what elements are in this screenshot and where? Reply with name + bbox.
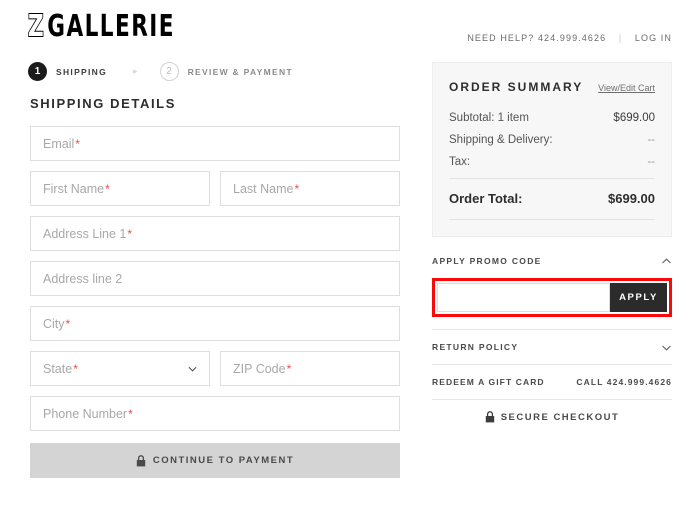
summary-row-subtotal: Subtotal: 1 item $699.00 [449,112,655,124]
name-row: First Name* Last Name* [30,171,400,206]
lock-icon [136,454,146,466]
chevron-down-icon [188,366,197,372]
continue-to-payment-label: CONTINUE TO PAYMENT [152,455,295,466]
summary-divider-top [449,178,655,179]
secure-checkout-badge: SECURE CHECKOUT [432,400,672,434]
order-summary-rows: Subtotal: 1 item $699.00 Shipping & Deli… [449,112,655,168]
promo-code-input[interactable] [437,283,610,312]
phone-row: Phone Number* [30,396,400,431]
step-review-payment[interactable]: 2 REVIEW & PAYMENT [159,62,293,81]
return-policy-label: RETURN POLICY [432,342,519,352]
promo-code-highlight: APPLY [432,278,672,317]
address2-row: Address line 2 [30,261,400,296]
brand-logo[interactable]: ZGALLERIE [27,9,175,44]
phone-number-placeholder: Phone Number* [43,406,133,421]
apply-promo-code-toggle[interactable]: APPLY PROMO CODE [432,244,672,278]
shipping-details-heading: SHIPPING DETAILS [30,96,176,111]
last-name-field[interactable]: Last Name* [220,171,400,206]
apply-promo-button[interactable]: APPLY [610,283,667,312]
checkout-page: ZGALLERIE NEED HELP? 424.999.4626 | LOG … [0,0,700,505]
email-row: Email* [30,126,400,161]
order-total-value: $699.00 [608,191,655,206]
view-edit-cart-link[interactable]: View/Edit Cart [598,83,655,93]
header-separator: | [618,33,623,43]
step-1-label: SHIPPING [56,66,108,77]
checkout-step-indicator: 1 SHIPPING ▸ 2 REVIEW & PAYMENT [28,62,293,81]
required-marker: * [294,181,300,196]
tax-value: -- [647,156,655,168]
order-summary-box: ORDER SUMMARY View/Edit Cart Subtotal: 1… [432,62,672,237]
need-help-text: NEED HELP? 424.999.4626 [467,33,607,43]
summary-row-shipping: Shipping & Delivery: -- [449,134,655,146]
secure-checkout-label: SECURE CHECKOUT [500,411,620,423]
gift-card-phone: CALL 424.999.4626 [576,377,672,387]
order-summary-title: ORDER SUMMARY [449,80,584,94]
city-row: City* [30,306,400,341]
chevron-up-icon [662,257,671,263]
zip-code-field[interactable]: ZIP Code* [220,351,400,386]
first-name-field[interactable]: First Name* [30,171,210,206]
required-marker: * [128,406,133,421]
order-sidebar: ORDER SUMMARY View/Edit Cart Subtotal: 1… [432,62,672,434]
state-placeholder: State* [43,361,78,376]
phone-number-field[interactable]: Phone Number* [30,396,400,431]
required-marker: * [75,136,80,151]
apply-promo-code-label: APPLY PROMO CODE [432,256,542,266]
tax-label: Tax: [449,156,471,168]
address-line-2-placeholder: Address line 2 [43,271,123,286]
continue-to-payment-button[interactable]: CONTINUE TO PAYMENT [30,443,400,478]
address-line-1-placeholder: Address Line 1* [43,226,133,241]
last-name-placeholder: Last Name* [233,181,300,196]
email-field[interactable]: Email* [30,126,400,161]
zip-code-placeholder: ZIP Code* [233,361,292,376]
step-2-circle: 2 [159,62,179,81]
summary-divider-bottom [449,219,655,220]
shipping-delivery-label: Shipping & Delivery: [449,134,553,146]
shipping-form: SHIPPING DETAILS Email* First Name* Last… [30,96,400,478]
return-policy-toggle[interactable]: RETURN POLICY [432,330,672,364]
city-placeholder: City* [43,316,71,331]
logo-z-letter: Z [27,9,46,44]
order-total-row: Order Total: $699.00 [449,191,655,206]
step-1-circle: 1 [28,62,47,81]
required-marker: * [65,316,71,331]
shipping-delivery-value: -- [647,134,655,146]
chevron-down-icon [662,345,671,351]
email-placeholder: Email* [43,136,80,151]
state-select[interactable]: State* [30,351,210,386]
order-summary-header: ORDER SUMMARY View/Edit Cart [449,80,655,94]
order-total-label: Order Total: [449,191,523,206]
lock-icon [485,411,494,423]
step-shipping[interactable]: 1 SHIPPING [28,62,107,81]
summary-row-tax: Tax: -- [449,156,655,168]
header-utility-links: NEED HELP? 424.999.4626 | LOG IN [467,33,672,43]
required-marker: * [127,226,133,241]
step-arrow-icon: ▸ [133,66,138,76]
address-line-1-field[interactable]: Address Line 1* [30,216,400,251]
site-header: ZGALLERIE NEED HELP? 424.999.4626 | LOG … [0,0,700,55]
gift-card-row: REDEEM A GIFT CARD CALL 424.999.4626 [432,365,672,399]
state-zip-row: State* ZIP Code* [30,351,400,386]
redeem-gift-card-link[interactable]: REDEEM A GIFT CARD [432,377,545,387]
address1-row: Address Line 1* [30,216,400,251]
step-2-label: REVIEW & PAYMENT [187,66,293,77]
logo-wordmark: GALLERIE [47,9,175,44]
subtotal-value: $699.00 [613,112,655,124]
subtotal-label: Subtotal: 1 item [449,112,529,124]
first-name-placeholder: First Name* [43,181,110,196]
required-marker: * [73,361,78,376]
required-marker: * [105,181,110,196]
address-line-2-field[interactable]: Address line 2 [30,261,400,296]
log-in-link[interactable]: LOG IN [635,33,672,43]
required-marker: * [286,361,292,376]
city-field[interactable]: City* [30,306,400,341]
